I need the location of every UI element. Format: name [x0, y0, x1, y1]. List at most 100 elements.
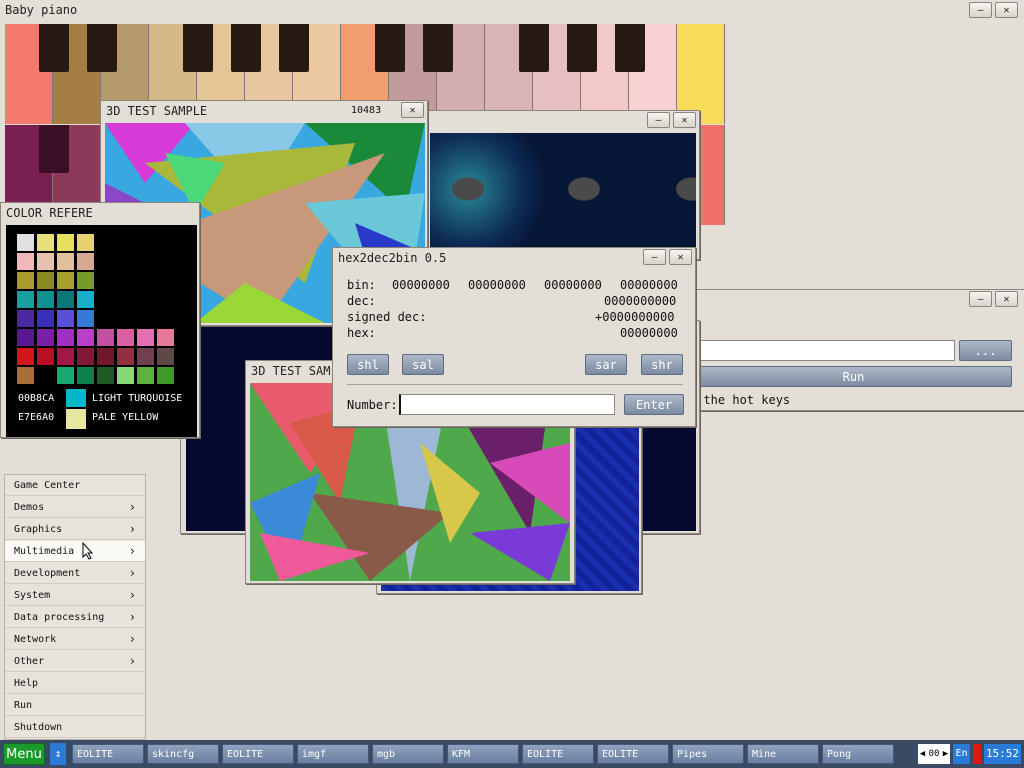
taskbar-app[interactable]: KFM: [447, 744, 519, 764]
piano-black-key[interactable]: [279, 24, 309, 72]
shr-button[interactable]: shr: [641, 354, 683, 375]
taskbar-app[interactable]: EOLITE: [597, 744, 669, 764]
close-icon[interactable]: ✕: [995, 291, 1018, 307]
chevron-right-icon: ›: [128, 566, 136, 580]
piano-black-key[interactable]: [519, 24, 549, 72]
hex-value: 00000000: [620, 326, 678, 340]
hex-label: hex:: [347, 326, 376, 340]
run-window: — ✕ ... Run t the hot keys: [689, 289, 1024, 411]
bin-group-1: 00000000: [392, 278, 450, 292]
language-indicator[interactable]: En: [953, 744, 970, 764]
menu-button[interactable]: Menu: [3, 743, 45, 765]
color-hex-2: E7E6A0: [18, 412, 55, 423]
taskbar-app[interactable]: EOLITE: [522, 744, 594, 764]
swap-icon[interactable]: ↕: [50, 743, 66, 765]
taskbar-app[interactable]: EOLITE: [222, 744, 294, 764]
menu-item-data-processing[interactable]: Data processing ›: [5, 607, 145, 628]
dec-value: 0000000000: [604, 294, 677, 308]
piano-black-key[interactable]: [567, 24, 597, 72]
taskbar-app[interactable]: Pong: [822, 744, 894, 764]
page-number: 00: [927, 744, 941, 764]
divider: [347, 384, 683, 385]
menu-item-help[interactable]: Help: [5, 673, 145, 694]
chevron-right-icon: ›: [128, 544, 136, 558]
menu-item-network[interactable]: Network ›: [5, 629, 145, 650]
bin-label: bin:: [347, 278, 376, 292]
menu-item-other[interactable]: Other ›: [5, 651, 145, 672]
color-swatch-1: [66, 389, 86, 407]
sal-button[interactable]: sal: [402, 354, 444, 375]
taskbar-app[interactable]: mgb: [372, 744, 444, 764]
piano-black-key[interactable]: [39, 24, 69, 72]
close-icon[interactable]: ✕: [401, 102, 424, 118]
pattern-window: — ✕: [424, 110, 700, 260]
chevron-right-icon: ›: [128, 522, 136, 536]
run-hint-text: t the hot keys: [689, 393, 791, 407]
piano-black-key[interactable]: [423, 24, 453, 72]
shl-button[interactable]: shl: [347, 354, 389, 375]
notification-indicator[interactable]: [973, 744, 981, 764]
piano-black-key[interactable]: [87, 24, 117, 72]
clock[interactable]: 15:52: [984, 744, 1021, 764]
browse-button[interactable]: ...: [959, 340, 1012, 361]
sar-button[interactable]: sar: [585, 354, 627, 375]
chevron-right-icon: ›: [128, 588, 136, 602]
run-command-input[interactable]: [695, 340, 955, 361]
piano-black-key[interactable]: [375, 24, 405, 72]
chevron-right-icon: ›: [128, 654, 136, 668]
taskbar-app[interactable]: imgf: [297, 744, 369, 764]
color-reference-window: COLOR REFERE 00B8CA LIGHT TURQUOISE E7E6…: [0, 202, 200, 438]
color-swatch-2: [66, 409, 86, 429]
piano-black-key[interactable]: [615, 24, 645, 72]
page-prev-icon[interactable]: ◀: [918, 744, 927, 764]
taskbar-app[interactable]: skincfg: [147, 744, 219, 764]
run-button[interactable]: Run: [695, 366, 1012, 387]
color-reference-title: COLOR REFERE: [6, 206, 93, 220]
page-next-icon[interactable]: ▶: [941, 744, 950, 764]
test3d-a-counter: 10483: [351, 105, 382, 116]
color-hex-1: 00B8CA: [18, 393, 55, 404]
color-palette[interactable]: 00B8CA LIGHT TURQUOISE E7E6A0 PALE YELLO…: [6, 225, 197, 437]
menu-item-graphics[interactable]: Graphics ›: [5, 519, 145, 540]
minimize-icon[interactable]: —: [969, 291, 992, 307]
enter-button[interactable]: Enter: [624, 394, 684, 415]
bin-group-3: 00000000: [544, 278, 602, 292]
color-name-2: PALE YELLOW: [92, 412, 159, 423]
close-icon[interactable]: ✕: [995, 2, 1018, 18]
number-label: Number:: [347, 398, 398, 412]
dec-label: dec:: [347, 294, 376, 308]
piano-black-key[interactable]: [39, 125, 69, 173]
hex2dec-title: hex2dec2bin 0.5: [338, 251, 447, 265]
close-icon[interactable]: ✕: [669, 249, 692, 265]
menu-item-multimedia[interactable]: Multimedia ›: [5, 541, 145, 562]
minimize-icon[interactable]: —: [643, 249, 666, 265]
signed-dec-value: +0000000000: [595, 310, 675, 324]
piano-black-key[interactable]: [183, 24, 213, 72]
taskbar-app[interactable]: Mine: [747, 744, 819, 764]
minimize-icon[interactable]: —: [969, 2, 992, 18]
menu-item-development[interactable]: Development ›: [5, 563, 145, 584]
mouse-cursor-icon: [82, 542, 94, 560]
close-icon[interactable]: ✕: [673, 112, 696, 128]
chevron-right-icon: ›: [128, 610, 136, 624]
hex2dec-window: hex2dec2bin 0.5 — ✕ bin: 00000000 000000…: [332, 247, 696, 427]
menu-item-system[interactable]: System ›: [5, 585, 145, 606]
bin-group-4: 00000000: [620, 278, 678, 292]
menu-item-demos[interactable]: Demos ›: [5, 497, 145, 518]
menu-item-shutdown[interactable]: Shutdown: [5, 717, 145, 738]
pattern-canvas: [430, 133, 696, 257]
bin-group-2: 00000000: [468, 278, 526, 292]
chevron-right-icon: ›: [128, 500, 136, 514]
taskbar-app[interactable]: EOLITE: [72, 744, 144, 764]
chevron-right-icon: ›: [128, 632, 136, 646]
signed-dec-label: signed dec:: [347, 310, 427, 324]
piano-title: Baby piano: [5, 3, 78, 17]
minimize-icon[interactable]: —: [647, 112, 670, 128]
number-input[interactable]: [399, 394, 615, 415]
piano-key[interactable]: [677, 24, 725, 124]
menu-item-game-center[interactable]: Game Center: [5, 475, 145, 496]
menu-item-run[interactable]: Run: [5, 695, 145, 716]
piano-black-key[interactable]: [231, 24, 261, 72]
taskbar-app[interactable]: Pipes: [672, 744, 744, 764]
color-name-1: LIGHT TURQUOISE: [92, 393, 183, 404]
